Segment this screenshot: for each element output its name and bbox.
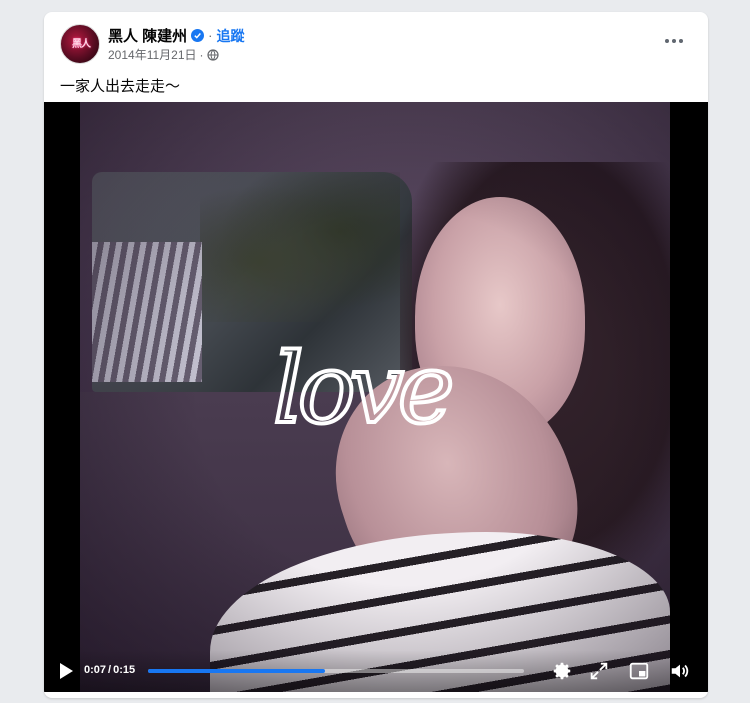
video-controls: 0:07/0:15 (44, 650, 708, 692)
video-frame[interactable]: love (80, 102, 670, 692)
duration: 0:15 (113, 664, 136, 676)
progress-bar[interactable] (148, 669, 524, 673)
post-caption: 一家人出去走走～ (60, 78, 181, 95)
avatar-logo-text: 黑人 (72, 39, 91, 50)
globe-icon (206, 48, 219, 61)
more-options-button[interactable] (660, 30, 688, 52)
post-meta: 2014年11月21日 · (108, 46, 219, 63)
picture-in-picture-icon[interactable] (628, 660, 650, 682)
progress-fill (148, 669, 325, 673)
post-card: 黑人 黑人 陳建州 · 追蹤 2014年11月21日 · 一家人出去走走～ 0:… (44, 12, 708, 698)
follow-button[interactable]: 追蹤 (217, 26, 245, 46)
video-player[interactable]: love 0:07/0:15 (44, 102, 708, 692)
more-dot (672, 39, 676, 43)
time-display: 0:07/0:15 (84, 664, 135, 676)
author-name[interactable]: 黑人 陳建州 (108, 25, 187, 46)
verified-badge-icon (191, 29, 205, 42)
post-header: 黑人 陳建州 · 追蹤 (108, 25, 245, 46)
volume-icon[interactable] (669, 660, 691, 682)
time-separator: / (108, 664, 112, 676)
current-time: 0:07 (84, 664, 107, 676)
play-icon[interactable] (58, 662, 74, 680)
fullscreen-icon[interactable] (588, 660, 610, 682)
more-options-icon (665, 39, 669, 43)
more-dot (679, 39, 683, 43)
header-separator: · (208, 28, 213, 43)
meta-separator: · (199, 47, 204, 62)
video-vignette (80, 102, 670, 692)
post-date[interactable]: 2014年11月21日 (108, 46, 197, 63)
settings-gear-icon[interactable] (551, 660, 573, 682)
author-avatar[interactable]: 黑人 (60, 24, 100, 64)
